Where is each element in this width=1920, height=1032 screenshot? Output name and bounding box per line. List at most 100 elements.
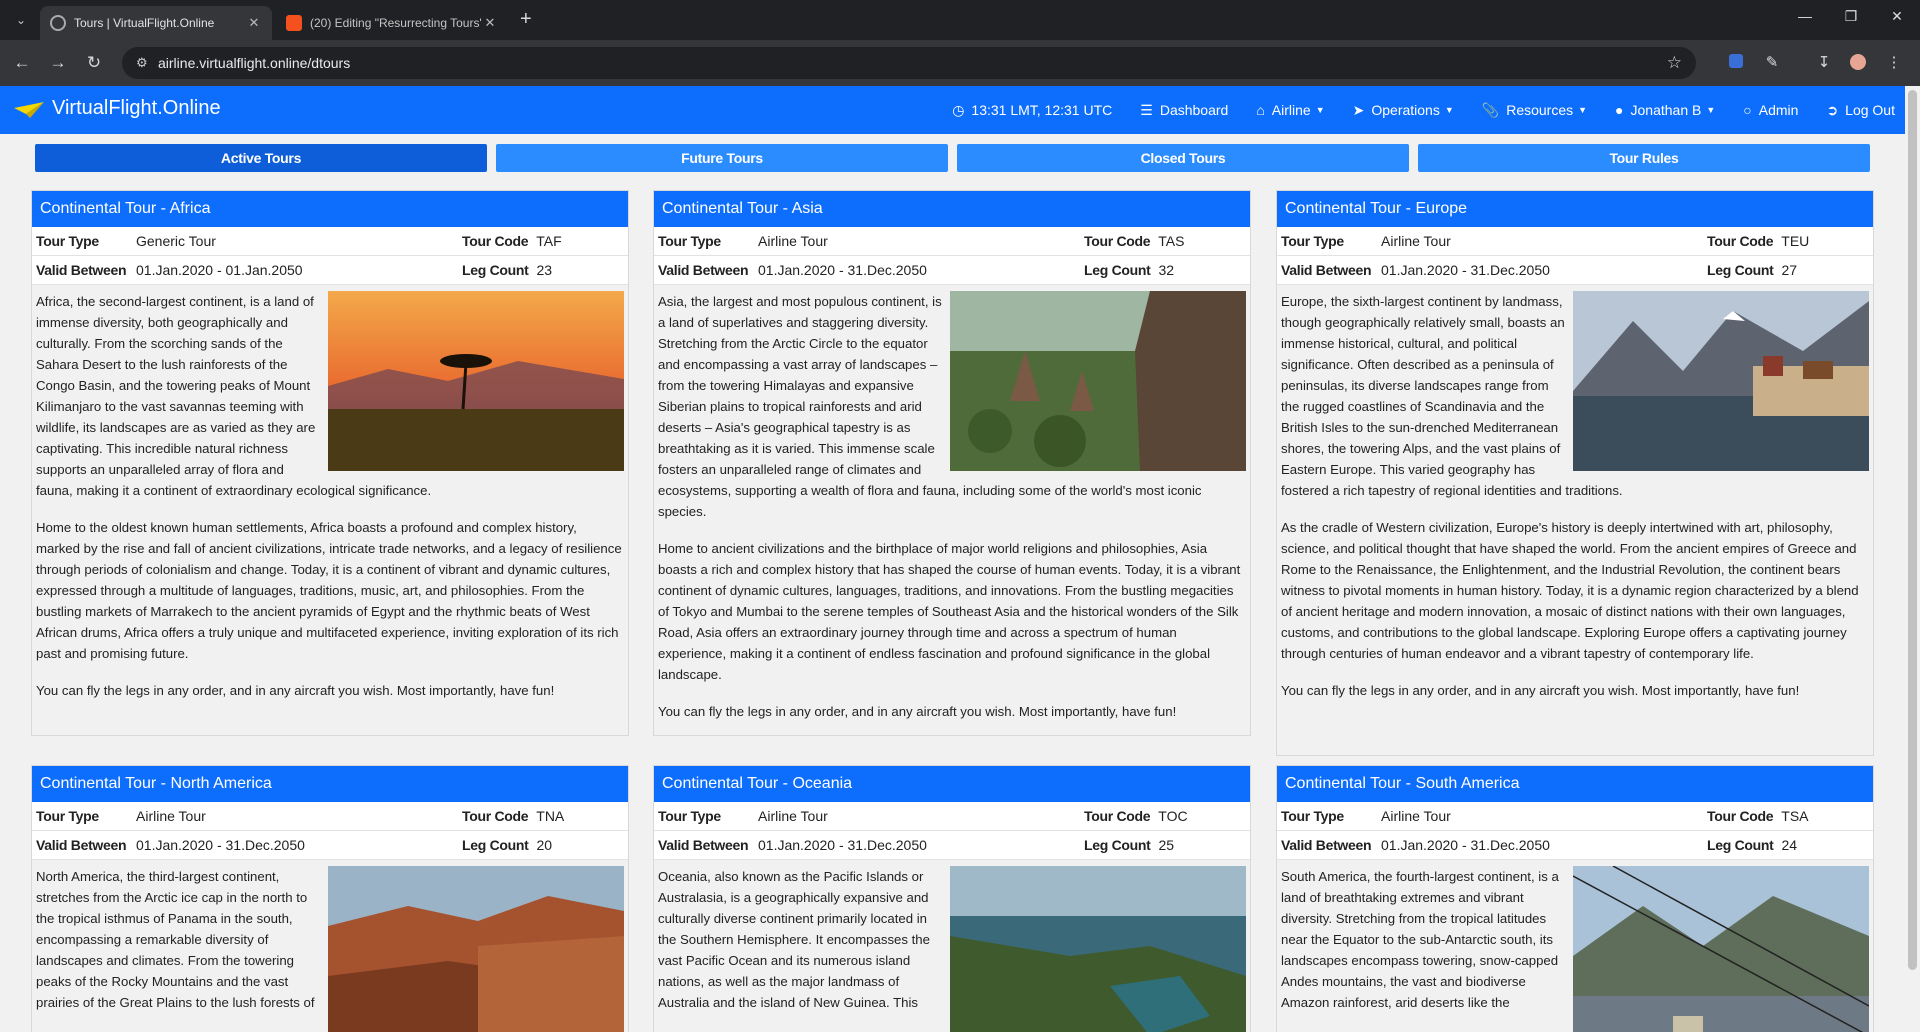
address-bar[interactable]: ⚙ airline.virtualflight.online/dtours ☆ (122, 47, 1696, 79)
globe-icon (50, 15, 66, 31)
valid-between-value: 01.Jan.2020 - 31.Dec.2050 (136, 837, 305, 853)
profile-avatar-icon[interactable] (1848, 53, 1868, 73)
tour-footer-note: You can fly the legs in any order, and i… (36, 683, 555, 698)
minimize-icon[interactable]: — (1782, 8, 1828, 24)
tour-card: Continental Tour - Africa Tour Type Generi… (31, 190, 629, 736)
tour-code-label: Tour Code (1707, 233, 1774, 249)
tour-meta-row: Tour Type Airline Tour Tour Code TAS (654, 227, 1250, 256)
tour-code-label: Tour Code (1084, 808, 1151, 824)
tour-title[interactable]: Continental Tour - South America (1277, 766, 1873, 802)
tour-type-label: Tour Type (36, 233, 99, 249)
tour-meta-row: Tour Type Airline Tour Tour Code TEU (1277, 227, 1873, 256)
nav-logout-label: Log Out (1845, 102, 1895, 118)
download-icon[interactable]: ↧ (1814, 53, 1834, 73)
valid-between-value: 01.Jan.2020 - 31.Dec.2050 (1381, 837, 1550, 853)
tour-title[interactable]: Continental Tour - Africa (32, 191, 628, 227)
tour-meta-row: Valid Between 01.Jan.2020 - 31.Dec.2050 Le… (654, 256, 1250, 285)
chevron-down-icon: ▼ (1578, 105, 1588, 115)
nav-dashboard-label: Dashboard (1159, 102, 1229, 118)
tour-title[interactable]: Continental Tour - North America (32, 766, 628, 802)
nav-resources-label: Resources (1506, 102, 1574, 118)
window-close-icon[interactable]: ✕ (1874, 8, 1920, 25)
tour-card: Continental Tour - South America Tour Typ… (1276, 765, 1874, 1032)
tour-photo-savanna-sunset (328, 291, 624, 471)
close-tab-icon[interactable]: ✕ (246, 15, 262, 31)
nav-user[interactable]: ● Jonathan B ▼ (1615, 102, 1715, 118)
valid-between-label: Valid Between (1281, 837, 1372, 853)
tour-code-label: Tour Code (1084, 233, 1151, 249)
site-info-icon[interactable]: ⚙ (136, 55, 152, 71)
nav-operations[interactable]: ➤ Operations ▼ (1353, 102, 1454, 119)
tab-tour-rules[interactable]: Tour Rules (1418, 144, 1870, 172)
tour-meta-row: Valid Between 01.Jan.2020 - 31.Dec.2050 Le… (1277, 831, 1873, 860)
tour-card: Continental Tour - North America Tour Typ… (31, 765, 629, 1032)
valid-between-value: 01.Jan.2020 - 31.Dec.2050 (1381, 262, 1550, 278)
valid-between-label: Valid Between (658, 262, 749, 278)
tour-photo-temple-jungle (950, 291, 1246, 471)
reload-icon[interactable]: ↻ (82, 53, 106, 73)
site-navbar: VirtualFlight.Online ◷ 13:31 LMT, 12:31 U… (0, 86, 1905, 134)
browser-tab-bar: ⌄ Tours | VirtualFlight.Online ✕ (20) Ed… (0, 0, 1920, 40)
back-icon[interactable]: ← (10, 53, 34, 73)
close-tab-icon[interactable]: ✕ (482, 15, 498, 31)
time-text: 13:31 LMT, 12:31 UTC (971, 102, 1113, 118)
leg-count-label: Leg Count (1707, 262, 1774, 278)
forward-icon[interactable]: → (46, 53, 70, 73)
nav-user-label: Jonathan B (1630, 102, 1702, 118)
tour-type-label: Tour Type (36, 808, 99, 824)
tab-future-tours[interactable]: Future Tours (496, 144, 948, 172)
dashboard-icon: ☰ (1140, 101, 1153, 118)
tour-title[interactable]: Continental Tour - Europe (1277, 191, 1873, 227)
extensions-puzzle-icon[interactable]: ✎ (1762, 53, 1782, 73)
logout-icon: ➲ (1826, 101, 1839, 118)
browser-menu-icon[interactable]: ⋮ (1884, 53, 1904, 73)
chevron-down-icon: ▼ (1706, 105, 1716, 115)
tab-search-icon[interactable]: ⌄ (10, 9, 32, 31)
bookmark-star-icon[interactable]: ☆ (1667, 53, 1682, 73)
blogger-icon (286, 15, 302, 31)
tab-active-tours[interactable]: Active Tours (35, 144, 487, 172)
tour-description: Oceania, also known as the Pacific Islan… (654, 860, 1250, 1032)
tour-tabs: Active Tours Future Tours Closed Tours T… (35, 144, 1870, 172)
tour-code-value: TAS (1158, 233, 1185, 249)
tab-title: Tours | VirtualFlight.Online (74, 16, 215, 30)
extension-shield-icon[interactable] (1726, 53, 1746, 73)
tab-closed-tours[interactable]: Closed Tours (957, 144, 1409, 172)
valid-between-label: Valid Between (36, 262, 127, 278)
restore-icon[interactable]: ❐ (1828, 8, 1874, 25)
valid-between-value: 01.Jan.2020 - 31.Dec.2050 (758, 837, 927, 853)
leg-count-label: Leg Count (1707, 837, 1774, 853)
page-scrollbar[interactable] (1905, 86, 1920, 1032)
tour-type-label: Tour Type (1281, 808, 1344, 824)
nav-logout[interactable]: ➲ Log Out (1826, 102, 1895, 119)
tour-type-label: Tour Type (658, 233, 721, 249)
tour-type-label: Tour Type (658, 808, 721, 824)
tour-footer-note: You can fly the legs in any order, and i… (1281, 683, 1800, 698)
url-text[interactable]: airline.virtualflight.online/dtours (158, 55, 350, 71)
paper-plane-icon: ➤ (1352, 101, 1365, 118)
tour-title[interactable]: Continental Tour - Asia (654, 191, 1250, 227)
nav-airline[interactable]: ⌂ Airline ▼ (1256, 102, 1324, 118)
chevron-down-icon: ▼ (1315, 105, 1325, 115)
scrollbar-thumb[interactable] (1908, 90, 1917, 970)
tour-code-label: Tour Code (462, 808, 529, 824)
home-icon: ⌂ (1256, 102, 1265, 118)
tour-meta-row: Valid Between 01.Jan.2020 - 01.Jan.2050 Le… (32, 256, 628, 285)
tour-meta-row: Tour Type Airline Tour Tour Code TOC (654, 802, 1250, 831)
browser-tab-editing[interactable]: (20) Editing "Resurrecting Tours" ✕ (276, 6, 508, 40)
tour-meta-row: Tour Type Airline Tour Tour Code TNA (32, 802, 628, 831)
tour-paragraph: Home to the oldest known human settlemen… (36, 520, 622, 661)
tour-type-value: Airline Tour (1381, 233, 1451, 249)
tour-photo-red-rock-canyon (328, 866, 624, 1032)
nav-admin[interactable]: ○ Admin (1743, 102, 1798, 118)
tour-type-value: Generic Tour (136, 233, 216, 249)
clock-display: ◷ 13:31 LMT, 12:31 UTC (952, 102, 1112, 119)
browser-tab-tours[interactable]: Tours | VirtualFlight.Online ✕ (40, 6, 272, 40)
tour-title[interactable]: Continental Tour - Oceania (654, 766, 1250, 802)
brand-link[interactable]: VirtualFlight.Online (14, 97, 221, 120)
nav-resources[interactable]: 📎 Resources ▼ (1482, 102, 1587, 119)
tour-card: Continental Tour - Asia Tour Type Airline … (653, 190, 1251, 736)
nav-dashboard[interactable]: ☰ Dashboard (1140, 102, 1228, 119)
tour-type-value: Airline Tour (136, 808, 206, 824)
new-tab-icon[interactable]: + (520, 8, 532, 31)
